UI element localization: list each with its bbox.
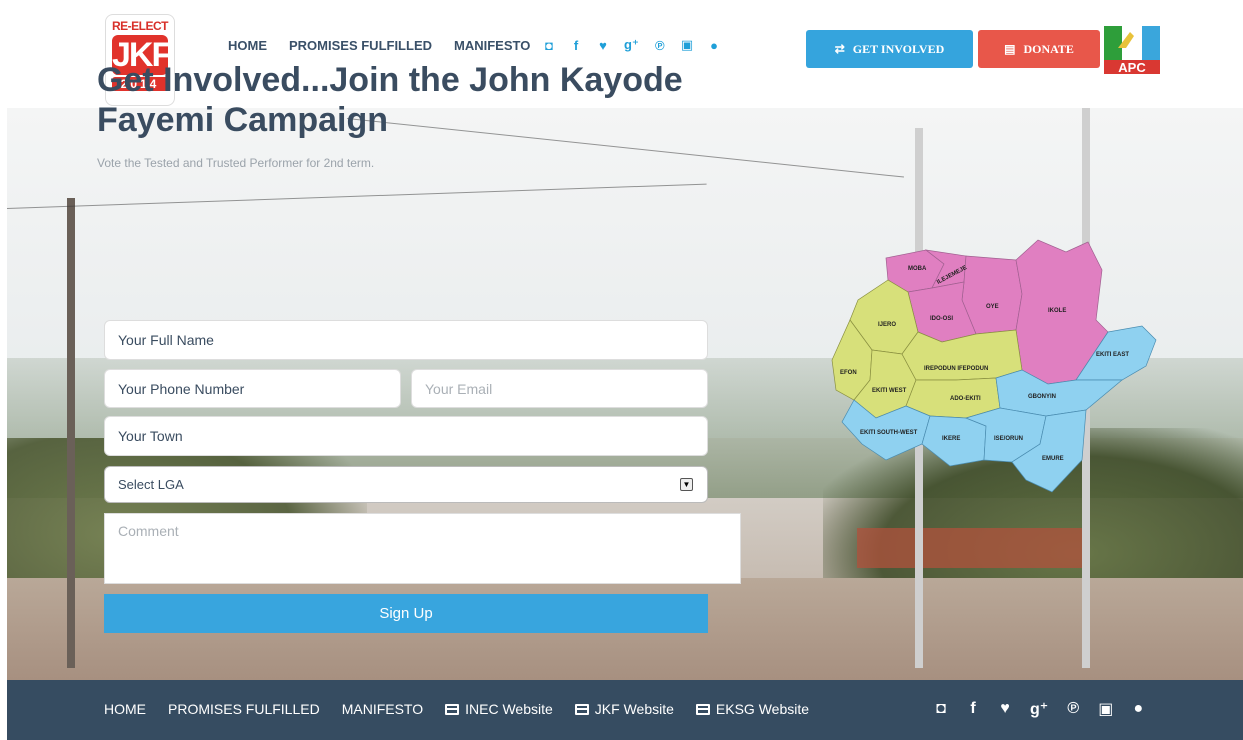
footer-nav-manifesto[interactable]: MANIFESTO [342, 701, 423, 717]
header-social-icons: ◘ f ♥ g⁺ ℗ ▣ ● [543, 37, 720, 53]
pinterest-icon[interactable]: ℗ [654, 38, 666, 53]
lga-selected-value: Select LGA [118, 477, 184, 492]
comment-textarea[interactable]: Comment [104, 513, 741, 584]
footer-social-icons: ◘ f ♥ g⁺ ℗ ▣ ● [934, 699, 1145, 719]
youtube-icon[interactable]: ▣ [681, 37, 693, 53]
twitter-icon[interactable]: ♥ [597, 38, 609, 53]
footer-link-label: JKF Website [594, 701, 674, 717]
map-label: ADO-EKITI [950, 396, 981, 402]
lga-select[interactable]: Select LGA ▼ [104, 466, 708, 503]
site-footer: HOME PROMISES FULFILLED MANIFESTO INEC W… [7, 680, 1243, 740]
google-plus-icon[interactable]: g⁺ [1030, 699, 1048, 719]
map-label: IKOLE [1048, 308, 1066, 314]
instagram-icon[interactable]: ◘ [934, 700, 948, 718]
card-icon: ▤ [1004, 41, 1016, 56]
card-icon [445, 703, 460, 715]
footer-link-label: EKSG Website [715, 701, 810, 717]
google-plus-icon[interactable]: g⁺ [624, 37, 639, 53]
map-label: IJERO [878, 322, 896, 328]
get-involved-button[interactable]: ⇄ GET INVOLVED [806, 30, 973, 68]
town-field[interactable]: Your Town [104, 416, 708, 456]
apc-label: APC [1118, 60, 1146, 74]
map-label: ISE/ORUN [994, 436, 1023, 442]
footer-nav-home[interactable]: HOME [104, 701, 146, 717]
hero-title: Get Involved...Join the John Kayode Faye… [97, 61, 683, 139]
chat-icon[interactable]: ● [1131, 700, 1145, 718]
footer-nav: HOME PROMISES FULFILLED MANIFESTO INEC W… [104, 701, 809, 717]
full-name-field[interactable]: Your Full Name [104, 320, 708, 360]
footer-link-label: INEC Website [465, 701, 553, 717]
map-label: GBONYIN [1028, 394, 1056, 400]
hero-roof [857, 528, 1087, 568]
ticket-icon: ⇄ [834, 41, 845, 56]
email-field[interactable]: Your Email [411, 369, 708, 408]
nav-manifesto[interactable]: MANIFESTO [454, 38, 530, 53]
map-label: IKERE [942, 436, 960, 442]
map-label: EFON [840, 370, 857, 376]
twitter-icon[interactable]: ♥ [998, 700, 1012, 718]
sign-up-button[interactable]: Sign Up [104, 594, 708, 633]
chevron-down-icon: ▼ [680, 478, 693, 491]
map-label: EKITI EAST [1096, 352, 1129, 358]
hero-subtitle: Vote the Tested and Trusted Performer fo… [97, 156, 375, 170]
main-nav: HOME PROMISES FULFILLED MANIFESTO [228, 38, 530, 53]
map-label: IDO-OSI [930, 316, 953, 322]
logo-re-elect: RE-ELECT [112, 19, 169, 33]
nav-home[interactable]: HOME [228, 38, 267, 53]
apc-logo[interactable]: APC [1104, 26, 1160, 74]
instagram-icon[interactable]: ◘ [543, 38, 555, 53]
map-label: IREPODUN IFEPODUN [924, 366, 988, 372]
chat-icon[interactable]: ● [708, 38, 720, 53]
facebook-icon[interactable]: f [966, 700, 980, 718]
map-label: EKITI WEST [872, 388, 907, 394]
map-label: MOBA [908, 266, 927, 272]
footer-nav-promises-fulfilled[interactable]: PROMISES FULFILLED [168, 701, 320, 717]
pinterest-icon[interactable]: ℗ [1066, 700, 1080, 718]
phone-field[interactable]: Your Phone Number [104, 369, 401, 408]
nav-promises-fulfilled[interactable]: PROMISES FULFILLED [289, 38, 432, 53]
get-involved-label: GET INVOLVED [852, 41, 945, 56]
footer-link-eksg[interactable]: EKSG Website [695, 701, 810, 717]
footer-link-jkf[interactable]: JKF Website [574, 701, 674, 717]
utility-pole [67, 198, 75, 668]
map-label: OYE [986, 304, 999, 310]
ekiti-lga-map: MOBA ILEJEMEJE OYE IKOLE IDO-OSI IJERO E… [831, 239, 1157, 493]
map-label: EMURE [1042, 456, 1064, 462]
footer-link-inec[interactable]: INEC Website [445, 701, 553, 717]
donate-button[interactable]: ▤ DONATE [978, 30, 1100, 68]
card-icon [695, 703, 710, 715]
map-label: EKITI SOUTH-WEST [860, 430, 918, 436]
facebook-icon[interactable]: f [570, 38, 582, 53]
youtube-icon[interactable]: ▣ [1098, 699, 1113, 719]
map-region-irepodun-ifepodun[interactable] [901, 329, 1023, 381]
card-icon [574, 703, 589, 715]
donate-label: DONATE [1023, 41, 1074, 56]
